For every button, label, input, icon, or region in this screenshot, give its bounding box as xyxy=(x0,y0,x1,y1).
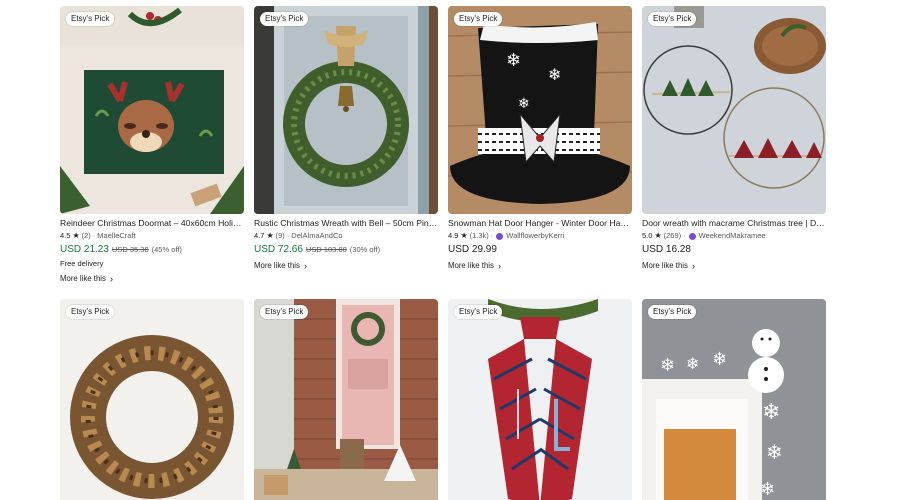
pink-door-image xyxy=(254,299,438,500)
listing-card[interactable]: Etsy's Pick Rustic Christmas Wreath with… xyxy=(254,6,438,271)
review-count: (1.3k) xyxy=(469,231,489,240)
original-price: USD 103.80 xyxy=(305,245,347,254)
more-like-this-link[interactable]: More like this › xyxy=(60,274,244,284)
listing-image-acorn-wreath[interactable]: Etsy's Pick xyxy=(60,299,244,500)
listing-title[interactable]: Rustic Christmas Wreath with Bell – 50cm… xyxy=(254,218,438,229)
tartan-bow-image xyxy=(448,299,632,500)
price: USD 16.28 xyxy=(642,244,691,255)
more-like-this-label: More like this xyxy=(448,261,494,270)
etsys-pick-badge: Etsy's Pick xyxy=(454,12,503,26)
listing-image-snowman-hat[interactable]: ❄ ❄ ❄ Etsy's Pick xyxy=(448,6,632,214)
etsys-pick-badge: Etsy's Pick xyxy=(260,12,309,26)
more-like-this-link[interactable]: More like this › xyxy=(642,261,826,271)
etsys-pick-badge: Etsy's Pick xyxy=(66,305,115,319)
separator-dot: · xyxy=(683,231,686,240)
listing-card[interactable]: Etsy's Pick xyxy=(448,299,632,500)
rating-value: 4.9 xyxy=(448,231,459,240)
listing-rating: 4.9 ★ (1.3k) · WallflowerbyKerri xyxy=(448,231,632,241)
svg-text:❄: ❄ xyxy=(660,355,675,375)
listing-image-pink-door[interactable]: Etsy's Pick xyxy=(254,299,438,500)
price-row: USD 16.28 xyxy=(642,244,826,256)
separator-dot: · xyxy=(92,231,96,240)
listing-image-macrame-wreath[interactable]: Etsy's Pick xyxy=(642,6,826,214)
listing-title[interactable]: Door wreath with macrame Christmas tree … xyxy=(642,218,826,229)
svg-text:❄: ❄ xyxy=(506,50,521,70)
macrame-wreath-image xyxy=(642,6,826,214)
svg-text:❄: ❄ xyxy=(766,442,783,464)
star-seller-icon xyxy=(496,232,504,240)
reindeer-doormat-image xyxy=(60,6,244,214)
separator-dot: · xyxy=(490,231,494,240)
star-icon: ★ xyxy=(460,231,468,240)
price-row: USD 72.66 USD 103.80 (30% off) xyxy=(254,244,438,256)
star-icon: ★ xyxy=(654,231,662,240)
more-like-this-link[interactable]: More like this › xyxy=(254,261,438,271)
arrow-right-icon: › xyxy=(691,261,695,271)
star-seller-icon xyxy=(688,232,696,240)
svg-text:❄: ❄ xyxy=(712,349,727,369)
more-like-this-link[interactable]: More like this › xyxy=(448,261,632,271)
listing-image-reindeer-doormat[interactable]: Etsy's Pick xyxy=(60,6,244,214)
listing-card[interactable]: Etsy's Pick Reindeer Christmas Doormat –… xyxy=(60,6,244,284)
sale-price: USD 21.23 xyxy=(60,244,109,255)
shop-name[interactable]: WeekendMakramee xyxy=(699,231,766,241)
free-delivery-label: Free delivery xyxy=(60,259,104,268)
listing-rating: 5.0 ★ (269) · WeekendMakramee xyxy=(642,231,826,241)
listing-title[interactable]: Snowman Hat Door Hanger - Winter Door Ha… xyxy=(448,218,632,229)
separator-dot: · xyxy=(286,231,290,240)
rating-value: 5.0 xyxy=(642,231,653,240)
listing-rating: 4.7 ★ (9) · DelAlmaAndCo xyxy=(254,231,438,241)
etsys-pick-badge: Etsy's Pick xyxy=(648,305,697,319)
svg-text:❄: ❄ xyxy=(760,479,775,499)
arrow-right-icon: › xyxy=(497,261,501,271)
price: USD 29.99 xyxy=(448,244,497,255)
review-count: (269) xyxy=(663,231,682,240)
sale-price: USD 72.66 xyxy=(254,244,303,255)
star-icon: ★ xyxy=(72,231,80,240)
listing-card[interactable]: Etsy's Pick xyxy=(60,299,244,500)
listing-image-rustic-wreath[interactable]: Etsy's Pick xyxy=(254,6,438,214)
etsys-pick-badge: Etsy's Pick xyxy=(260,305,309,319)
price-row: USD 29.99 xyxy=(448,244,632,256)
shop-name[interactable]: WallflowerbyKerri xyxy=(506,231,564,241)
rustic-wreath-image xyxy=(254,6,438,214)
listing-card[interactable]: ❄ ❄ ❄ ❄ ❄ ❄ Etsy's Pick xyxy=(642,299,826,500)
snowman-hat-image: ❄ ❄ ❄ xyxy=(448,6,632,214)
etsys-pick-badge: Etsy's Pick xyxy=(454,305,503,319)
more-like-this-label: More like this xyxy=(60,274,106,283)
snowman-corner-image: ❄ ❄ ❄ ❄ ❄ ❄ xyxy=(642,299,826,500)
svg-text:❄: ❄ xyxy=(548,67,561,84)
listing-image-snowman-corner[interactable]: ❄ ❄ ❄ ❄ ❄ ❄ Etsy's Pick xyxy=(642,299,826,500)
more-like-this-label: More like this xyxy=(642,261,688,270)
original-price: USD 35.38 xyxy=(111,245,149,254)
listing-title[interactable]: Reindeer Christmas Doormat – 40x60cm Hol… xyxy=(60,218,244,229)
arrow-right-icon: › xyxy=(303,261,307,271)
listing-rating: 4.5 ★ (2) · MaelleCraft xyxy=(60,231,244,241)
listing-card[interactable]: Etsy's Pick xyxy=(254,299,438,500)
rating-value: 4.5 xyxy=(60,231,71,240)
shop-name[interactable]: MaelleCraft xyxy=(97,231,135,241)
etsys-pick-badge: Etsy's Pick xyxy=(648,12,697,26)
svg-text:❄: ❄ xyxy=(762,399,780,424)
rating-value: 4.7 xyxy=(254,231,265,240)
listing-card[interactable]: ❄ ❄ ❄ Etsy's Pick Snowman Hat Door Hange… xyxy=(448,6,632,271)
listing-image-tartan-bow[interactable]: Etsy's Pick xyxy=(448,299,632,500)
more-like-this-label: More like this xyxy=(254,261,300,270)
acorn-wreath-image xyxy=(60,299,244,500)
listing-card[interactable]: Etsy's Pick Door wreath with macrame Chr… xyxy=(642,6,826,271)
review-count: (2) xyxy=(81,231,91,240)
review-count: (9) xyxy=(275,231,285,240)
svg-text:❄: ❄ xyxy=(518,95,530,111)
price-row: USD 21.23 USD 35.38 (45% off) xyxy=(60,244,244,256)
arrow-right-icon: › xyxy=(109,274,113,284)
shop-name[interactable]: DelAlmaAndCo xyxy=(291,231,342,241)
svg-text:❄: ❄ xyxy=(686,356,699,373)
star-icon: ★ xyxy=(266,231,274,240)
discount-percent: (45% off) xyxy=(151,245,182,254)
etsys-pick-badge: Etsy's Pick xyxy=(66,12,115,26)
discount-percent: (30% off) xyxy=(349,245,381,254)
